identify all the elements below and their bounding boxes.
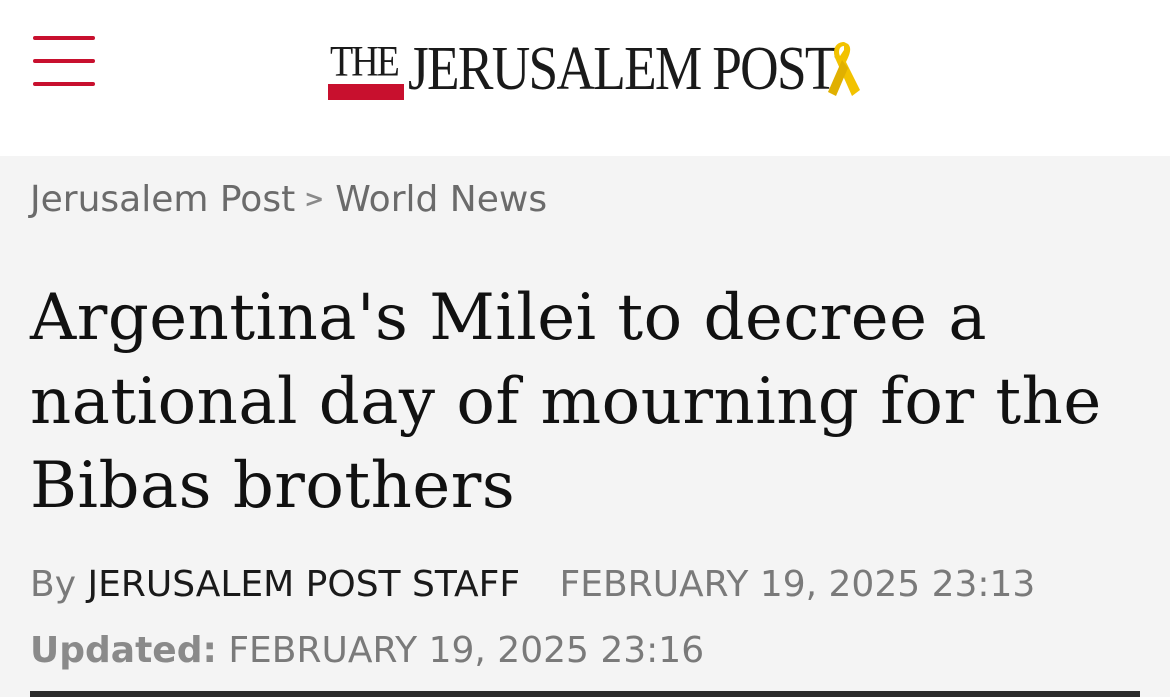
menu-bar — [33, 59, 95, 63]
chevron-right-icon: > — [304, 185, 325, 213]
logo-name-text: JERUSALEM POST — [408, 35, 837, 103]
hamburger-menu-icon[interactable] — [30, 30, 98, 92]
menu-bar — [33, 36, 95, 40]
updated-label: Updated: — [30, 630, 217, 671]
breadcrumb-section-link[interactable]: World News — [335, 179, 547, 220]
logo-the-text: THE — [330, 37, 400, 86]
yellow-ribbon-icon — [828, 42, 860, 96]
article-byline: By JERUSALEM POST STAFF FEBRUARY 19, 202… — [30, 562, 1035, 608]
article-image — [30, 691, 1140, 697]
site-header: THE JERUSALEM POST — [0, 0, 1170, 156]
article-updated: Updated: FEBRUARY 19, 2025 23:16 — [30, 628, 704, 674]
site-logo[interactable]: THE JERUSALEM POST — [328, 34, 868, 114]
breadcrumb-home-link[interactable]: Jerusalem Post — [30, 179, 295, 220]
breadcrumb: Jerusalem Post > World News — [30, 176, 547, 223]
menu-bar — [33, 82, 95, 86]
article-headline: Argentina's Milei to decree a national d… — [30, 281, 1102, 523]
logo-red-block — [328, 84, 404, 100]
author-link[interactable]: JERUSALEM POST STAFF — [87, 564, 520, 605]
updated-date: FEBRUARY 19, 2025 23:16 — [228, 630, 705, 671]
published-date: FEBRUARY 19, 2025 23:13 — [559, 564, 1036, 605]
byline-prefix: By — [30, 564, 77, 605]
